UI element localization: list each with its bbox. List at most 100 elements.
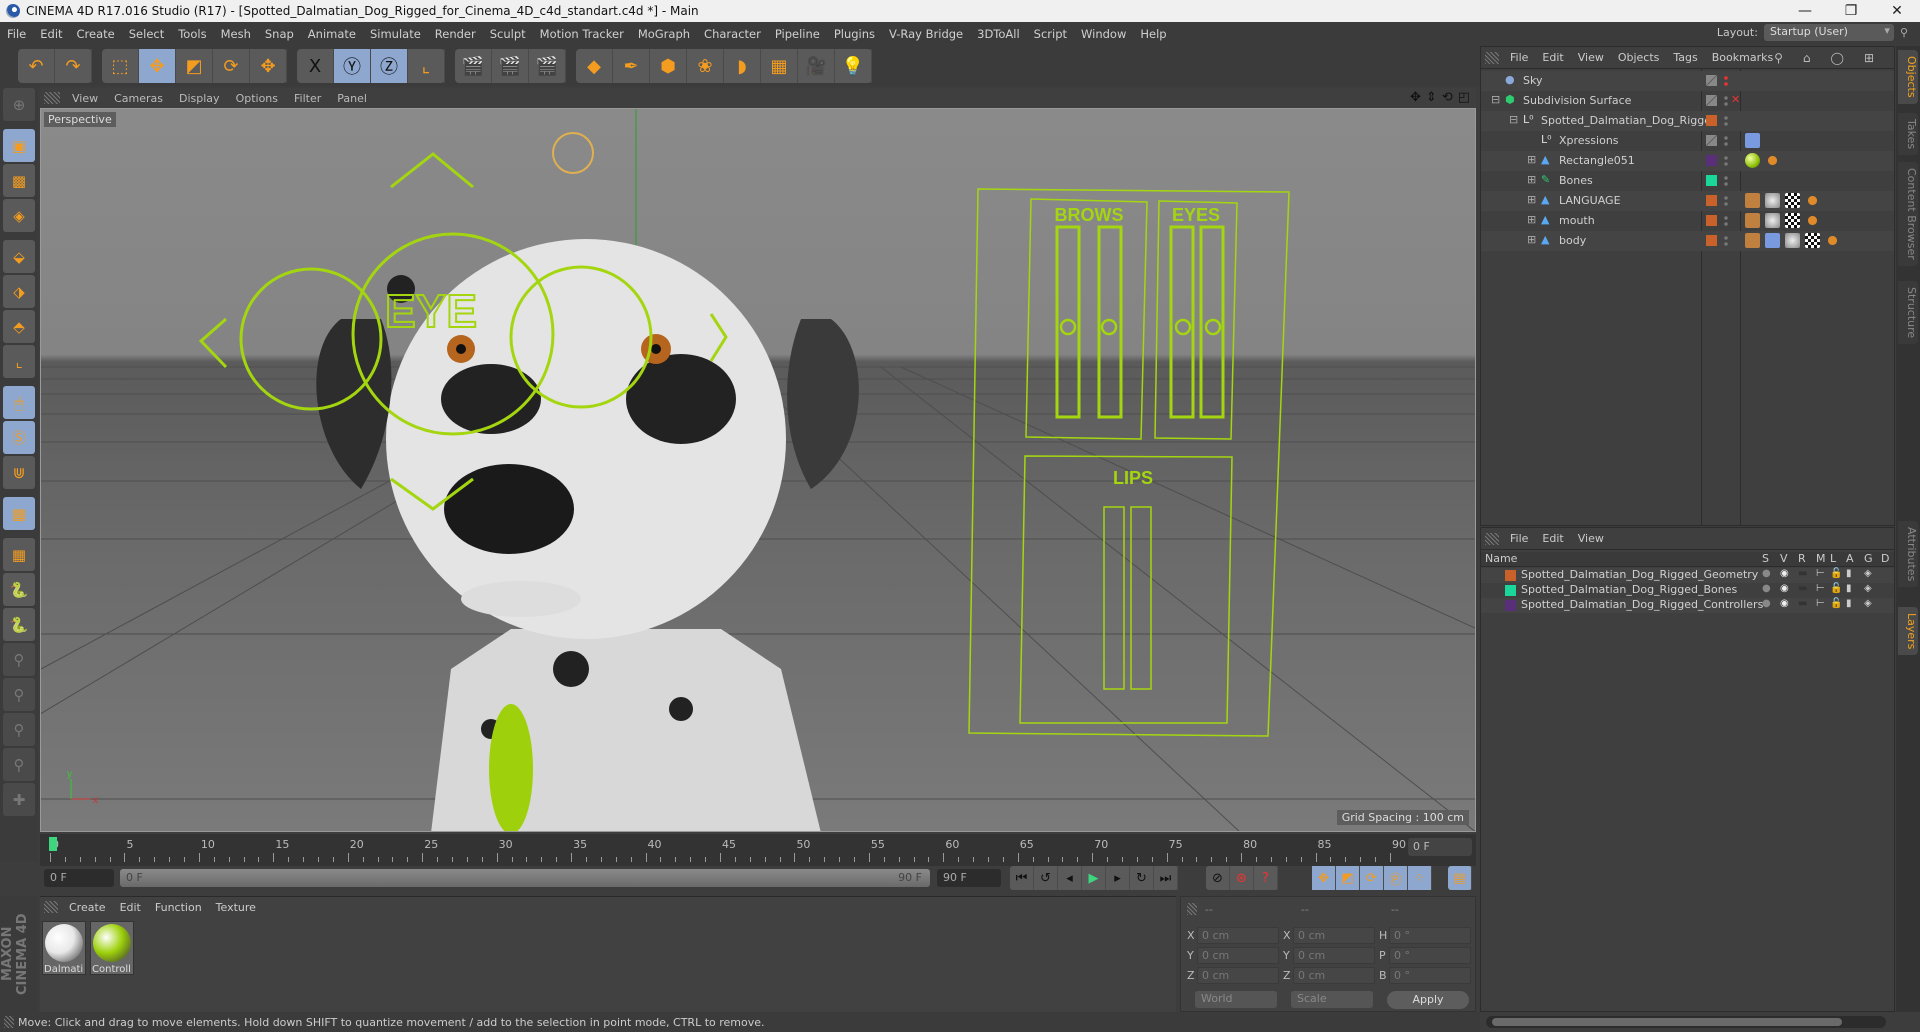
lock-icon[interactable]: 🔓	[1830, 583, 1842, 594]
layer-row[interactable]: Spotted_Dalmatian_Dog_Rigged_Geometry ● ◉ ▬…	[1481, 568, 1894, 583]
frame-range-slider[interactable]: 0 F 90 F	[120, 869, 930, 887]
points-mode-button[interactable]: ⬙	[3, 240, 35, 273]
layer-row[interactable]: Spotted_Dalmatian_Dog_Rigged_Bones ● ◉ ▬ ⊢ 🔓 ▮…	[1481, 583, 1894, 598]
visibility-dots[interactable]	[1724, 75, 1728, 87]
current-frame-field[interactable]: 0 F	[1408, 838, 1472, 856]
menu-script[interactable]: Script	[1027, 27, 1074, 41]
cloner-button[interactable]: ❀	[687, 49, 724, 83]
coordinate-mode-dropdown[interactable]: World	[1195, 991, 1277, 1008]
undo-button[interactable]: ↶	[18, 49, 55, 83]
coord-x-field[interactable]: 0 cm	[1197, 927, 1279, 944]
disabled-x-icon[interactable]: ✕	[1731, 93, 1740, 106]
z-axis-button[interactable]: Ⓩ	[371, 49, 408, 83]
visibility-dots[interactable]	[1724, 135, 1728, 147]
object-menu-file[interactable]: File	[1503, 51, 1535, 64]
start-frame-field[interactable]: 0 F	[44, 869, 114, 887]
menu-edit[interactable]: Edit	[33, 27, 69, 41]
floor-button[interactable]: ▦	[761, 49, 798, 83]
manager-toggle-icon[interactable]: ⊢	[1816, 568, 1825, 579]
generator-toggle-icon[interactable]: ◈	[1864, 583, 1872, 594]
redo-button[interactable]: ↷	[55, 49, 92, 83]
layer-color-swatch[interactable]	[1706, 115, 1717, 126]
viewport-menu-display[interactable]: Display	[171, 92, 228, 105]
side-tab-layers[interactable]: Layers	[1898, 607, 1918, 656]
solo-button[interactable]: Ⓢ	[3, 421, 35, 454]
end-frame-field[interactable]: 90 F	[937, 869, 1001, 887]
expand-toggle-icon[interactable]: ⊞	[1527, 233, 1536, 246]
record-button[interactable]: ⊛	[1230, 866, 1254, 890]
xpresso-tag-icon[interactable]	[1745, 133, 1760, 148]
object-row-language[interactable]: ⊞ ▲ LANGUAGE	[1481, 191, 1894, 211]
timeline-button[interactable]: ▤	[1448, 866, 1472, 890]
last-tool-button[interactable]: ✥	[250, 49, 287, 83]
material-dalmatian-tag-icon[interactable]	[1765, 213, 1780, 228]
display-tag-icon[interactable]	[1805, 213, 1820, 228]
render-settings-button[interactable]: 🎬	[529, 49, 566, 83]
menu-pipeline[interactable]: Pipeline	[768, 27, 827, 41]
layer-menu-view[interactable]: View	[1571, 532, 1611, 545]
layer-color-swatch[interactable]	[1505, 585, 1516, 596]
uvw-tag-icon[interactable]	[1805, 233, 1820, 248]
layer-menu-edit[interactable]: Edit	[1535, 532, 1570, 545]
menu-simulate[interactable]: Simulate	[363, 27, 428, 41]
menu-animate[interactable]: Animate	[301, 27, 363, 41]
coord-p-field[interactable]: 0 °	[1389, 947, 1471, 964]
new-view-icon[interactable]: ⊞	[1857, 51, 1881, 65]
display-tag-icon[interactable]	[1825, 233, 1840, 248]
go-to-start-button[interactable]: ⏮	[1010, 866, 1034, 890]
move-button[interactable]: ✥	[139, 49, 176, 83]
render-toggle-icon[interactable]: ▬	[1798, 568, 1807, 579]
material-menu-edit[interactable]: Edit	[113, 901, 148, 914]
bp-tool-1-button[interactable]: ⚲	[3, 643, 35, 676]
layer-column-v[interactable]: V	[1780, 552, 1788, 565]
face-controller-panel[interactable]	[968, 188, 1290, 737]
rotate-view-icon[interactable]: ⟲	[1442, 90, 1453, 105]
side-tab-objects[interactable]: Objects	[1898, 50, 1918, 104]
search-icon[interactable]: ⚲	[1900, 26, 1908, 39]
object-row-bones[interactable]: ⊞ ✎ Bones	[1481, 171, 1894, 191]
visibility-dots[interactable]	[1724, 115, 1728, 127]
layer-menu-file[interactable]: File	[1503, 532, 1535, 545]
bp-tool-p-button[interactable]: ⚲	[3, 678, 35, 711]
layer-color-swatch[interactable]	[1706, 95, 1717, 106]
layer-color-swatch[interactable]	[1505, 600, 1516, 611]
key-pla-button[interactable]: ⁘	[1408, 866, 1432, 890]
expand-toggle-icon[interactable]: ⊞	[1527, 153, 1536, 166]
bp-tool-target-button[interactable]: ⚲	[3, 748, 35, 781]
coord-y-field[interactable]: 0 cm	[1293, 947, 1375, 964]
y-axis-button[interactable]: Ⓨ	[334, 49, 371, 83]
subdivision-button[interactable]: ⬢	[650, 49, 687, 83]
menu-mesh[interactable]: Mesh	[214, 27, 258, 41]
key-position-button[interactable]: ✥	[1312, 866, 1336, 890]
toggle-view-icon[interactable]: ◰	[1458, 90, 1470, 105]
material-swatch[interactable]: Dalmati	[42, 921, 86, 975]
dolly-view-icon[interactable]: ⇕	[1426, 90, 1437, 105]
visibility-dots[interactable]	[1724, 195, 1728, 207]
display-tag-icon[interactable]	[1805, 193, 1820, 208]
side-tab-content-browser[interactable]: Content Browser	[1898, 162, 1918, 266]
maximize-button[interactable]: ❐	[1828, 0, 1874, 22]
render-picture-viewer-button[interactable]: 🎬	[492, 49, 529, 83]
expand-toggle-icon[interactable]: ⊞	[1527, 173, 1536, 186]
side-tab-structure[interactable]: Structure	[1898, 281, 1918, 345]
layer-column-name[interactable]: Name	[1485, 552, 1517, 565]
layer-column-m[interactable]: M	[1816, 552, 1826, 565]
coordinate-system-button[interactable]: ⌞	[408, 49, 445, 83]
key-parameter-button[interactable]: Ⓟ	[1384, 866, 1408, 890]
play-button[interactable]: ▶	[1082, 866, 1106, 890]
light-button[interactable]: 💡	[835, 49, 872, 83]
generator-toggle-icon[interactable]: ◈	[1864, 568, 1872, 579]
model-mode-button[interactable]: ▣	[3, 129, 35, 162]
layer-color-swatch[interactable]	[1706, 135, 1717, 146]
move-view-icon[interactable]: ✥	[1410, 90, 1421, 105]
manager-toggle-icon[interactable]: ⊢	[1816, 583, 1825, 594]
live-selection-button[interactable]: ⬚	[102, 49, 139, 83]
manager-toggle-icon[interactable]: ⊢	[1816, 598, 1825, 609]
generator-toggle-icon[interactable]: ◈	[1864, 598, 1872, 609]
layer-row[interactable]: Spotted_Dalmatian_Dog_Rigged_Controllers…	[1481, 598, 1894, 613]
object-menu-objects[interactable]: Objects	[1611, 51, 1667, 64]
object-row-sky[interactable]: ● Sky	[1481, 71, 1894, 91]
object-row-mouth[interactable]: ⊞ ▲ mouth	[1481, 211, 1894, 231]
make-editable-button[interactable]: ⊕	[3, 88, 35, 121]
expand-toggle-icon[interactable]: ⊞	[1527, 193, 1536, 206]
